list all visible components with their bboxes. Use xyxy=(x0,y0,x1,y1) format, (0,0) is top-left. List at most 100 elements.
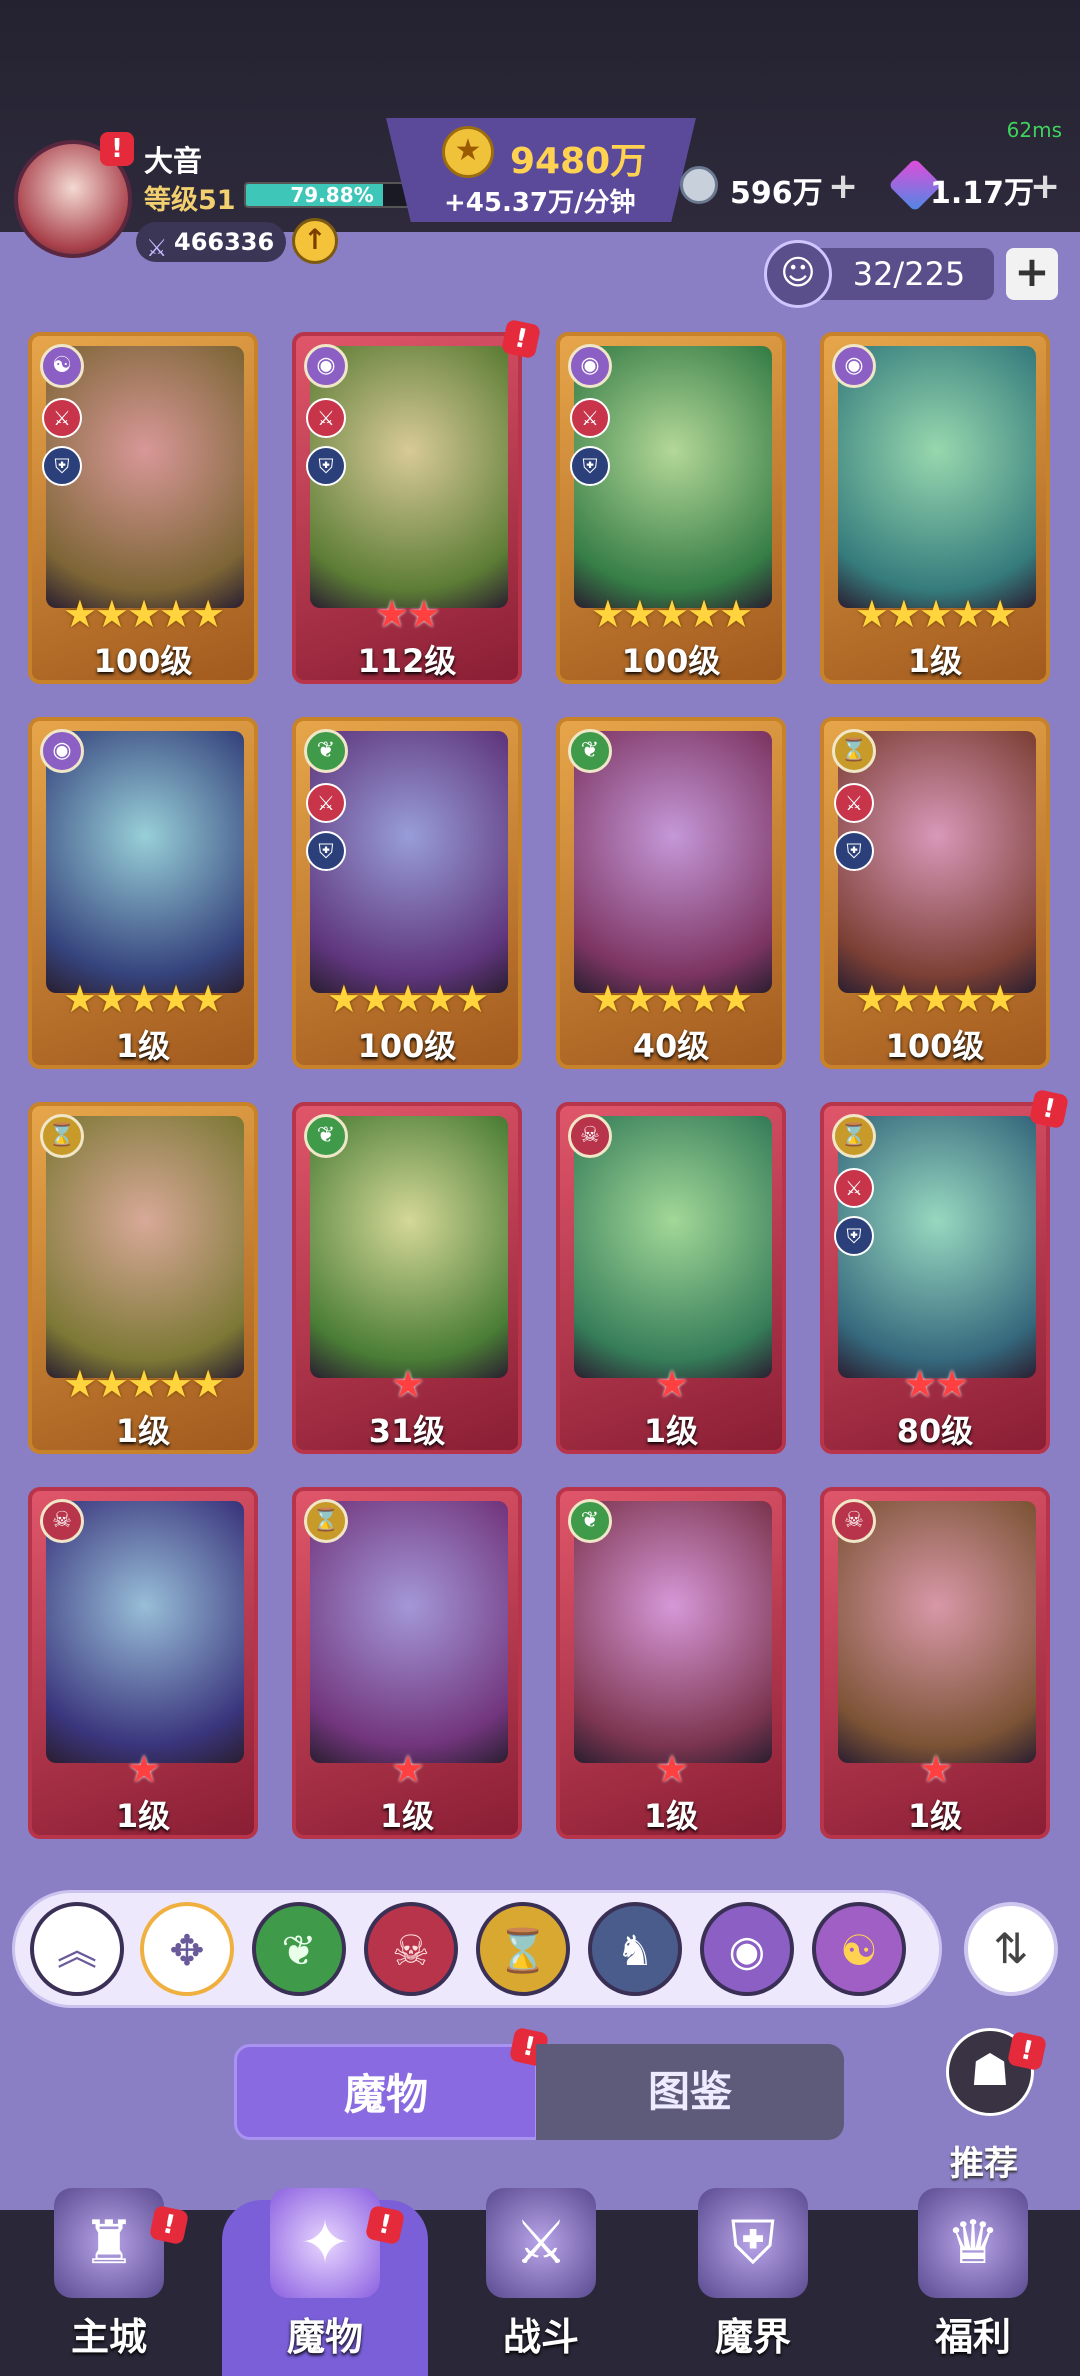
monster-portrait xyxy=(574,1501,772,1763)
monster-level: 1级 xyxy=(379,1797,435,1835)
silver-amount: 596万 xyxy=(730,176,823,211)
monster-level: 31级 xyxy=(368,1412,446,1450)
star-rating: ★★★★★ xyxy=(326,977,489,1021)
monster-card[interactable]: ◉ ⚔ ⛨ ★★★★★ 100级 xyxy=(556,332,786,684)
star-rating: ★ xyxy=(390,1362,425,1406)
attack-role-icon: ⚔ xyxy=(306,398,346,438)
monster-level: 100级 xyxy=(621,642,721,680)
filter-nature-icon[interactable]: ❦ xyxy=(252,1902,346,1996)
element-icon: ◉ xyxy=(304,344,348,388)
nav-icon: ⛨ xyxy=(698,2188,808,2298)
attack-role-icon: ⚔ xyxy=(42,398,82,438)
gold-coin-icon: ★ xyxy=(442,126,494,178)
filter-time-icon[interactable]: ⌛ xyxy=(476,1902,570,1996)
sort-button[interactable]: ⇅ xyxy=(964,1902,1058,1996)
gem-amount: 1.17万 xyxy=(930,176,1035,211)
element-icon: ❦ xyxy=(304,729,348,773)
expand-capacity-button[interactable]: + xyxy=(1006,248,1058,300)
element-icon: ◉ xyxy=(832,344,876,388)
power-upgrade-button[interactable]: ↑ xyxy=(292,218,338,264)
filter-demon-icon[interactable]: ☠ xyxy=(364,1902,458,1996)
monster-card[interactable]: ☠ ★ 1级 xyxy=(28,1487,258,1839)
monster-card[interactable]: ⌛ ⚔ ⛨ ★★★★★ 100级 xyxy=(820,717,1050,1069)
monster-card[interactable]: ⌛ ⚔ ⛨ ★★ 80级 xyxy=(820,1102,1050,1454)
monster-card[interactable]: ☠ ★ 1级 xyxy=(820,1487,1050,1839)
gem-add-button[interactable]: + xyxy=(1030,166,1060,207)
nav-icon: ♜ xyxy=(54,2188,164,2298)
element-icon: ❦ xyxy=(568,1499,612,1543)
star-rating: ★★★★★ xyxy=(590,977,753,1021)
nav-item-4[interactable]: ♛ 福利 xyxy=(888,2188,1058,2376)
star-rating: ★ xyxy=(918,1747,953,1791)
nav-icon: ✦ xyxy=(270,2188,380,2298)
monster-card[interactable]: ☠ ★ 1级 xyxy=(556,1102,786,1454)
element-icon: ◉ xyxy=(40,729,84,773)
monster-portrait xyxy=(310,1501,508,1763)
collapse-filter-button[interactable]: ︽ xyxy=(30,1902,124,1996)
monster-level: 1级 xyxy=(643,1412,699,1450)
player-level: 等级51 xyxy=(144,185,236,216)
element-icon: ☠ xyxy=(40,1499,84,1543)
nav-item-2[interactable]: ⚔ 战斗 xyxy=(456,2188,626,2376)
nav-label: 魔物 xyxy=(286,2315,363,2359)
star-rating: ★ xyxy=(390,1747,425,1791)
filter-eye-icon[interactable]: ◉ xyxy=(700,1902,794,1996)
star-rating: ★★★★★ xyxy=(62,1362,225,1406)
defense-role-icon: ⛨ xyxy=(834,831,874,871)
defense-role-icon: ⛨ xyxy=(42,446,82,486)
ping-indicator: 62ms xyxy=(1006,118,1062,142)
gold-rate: +45.37万/分钟 xyxy=(444,188,636,218)
element-icon: ⌛ xyxy=(832,1114,876,1158)
monster-portrait xyxy=(46,731,244,993)
filter-all-icon[interactable]: ✥ xyxy=(140,1902,234,1996)
monster-card[interactable]: ❦ ★ 1级 xyxy=(556,1487,786,1839)
monster-card[interactable]: ❦ ★★★★★ 40级 xyxy=(556,717,786,1069)
star-rating: ★★ xyxy=(374,592,441,636)
monster-level: 1级 xyxy=(115,1027,171,1065)
filter-arcane-icon[interactable]: ☯ xyxy=(812,1902,906,1996)
exp-bar: 79.88% xyxy=(244,182,420,208)
nav-label: 战斗 xyxy=(502,2315,579,2359)
monster-card[interactable]: ❦ ★ 31级 xyxy=(292,1102,522,1454)
filter-dragon-icon[interactable]: ♞ xyxy=(588,1902,682,1996)
element-icon: ❦ xyxy=(568,729,612,773)
element-icon: ⌛ xyxy=(40,1114,84,1158)
monster-card[interactable]: ⌛ ★★★★★ 1级 xyxy=(28,1102,258,1454)
nav-icon: ⚔ xyxy=(486,2188,596,2298)
sword-icon: ⚔ xyxy=(146,234,168,262)
attack-role-icon: ⚔ xyxy=(834,783,874,823)
element-icon: ⌛ xyxy=(304,1499,348,1543)
monster-card[interactable]: ◉ ⚔ ⛨ ★★ 112级 xyxy=(292,332,522,684)
avatar-notification-badge: ! xyxy=(100,132,134,166)
element-icon: ☠ xyxy=(832,1499,876,1543)
tab-codex[interactable]: 图鉴 xyxy=(536,2044,844,2140)
monster-portrait xyxy=(838,346,1036,608)
star-rating: ★★★★★ xyxy=(62,592,225,636)
monster-bag-icon: ☺ xyxy=(764,240,832,308)
star-rating: ★★ xyxy=(902,1362,969,1406)
tab-monster[interactable]: 魔物 xyxy=(234,2044,538,2140)
monster-portrait xyxy=(574,731,772,993)
monster-level: 1级 xyxy=(643,1797,699,1835)
silver-add-button[interactable]: + xyxy=(828,166,858,207)
monster-card[interactable]: ◉ ★★★★★ 1级 xyxy=(820,332,1050,684)
recommend-label: 推荐 xyxy=(950,2144,1018,2184)
monster-card[interactable]: ◉ ★★★★★ 1级 xyxy=(28,717,258,1069)
nav-badge: ! xyxy=(148,2204,190,2246)
monster-portrait xyxy=(46,1116,244,1378)
monster-card[interactable]: ⌛ ★ 1级 xyxy=(292,1487,522,1839)
monster-card[interactable]: ☯ ⚔ ⛨ ★★★★★ 100级 xyxy=(28,332,258,684)
nav-item-3[interactable]: ⛨ 魔界 xyxy=(668,2188,838,2376)
monster-level: 100级 xyxy=(357,1027,457,1065)
element-icon: ❦ xyxy=(304,1114,348,1158)
monster-new-badge: ! xyxy=(1028,1088,1070,1130)
element-icon: ⌛ xyxy=(832,729,876,773)
monster-card[interactable]: ❦ ⚔ ⛨ ★★★★★ 100级 xyxy=(292,717,522,1069)
exp-percent: 79.88% xyxy=(290,183,374,207)
monster-level: 1级 xyxy=(115,1412,171,1450)
attack-role-icon: ⚔ xyxy=(570,398,610,438)
attack-role-icon: ⚔ xyxy=(834,1168,874,1208)
nav-label: 主城 xyxy=(70,2315,147,2359)
star-rating: ★ xyxy=(654,1747,689,1791)
silver-coin-icon xyxy=(680,166,718,204)
